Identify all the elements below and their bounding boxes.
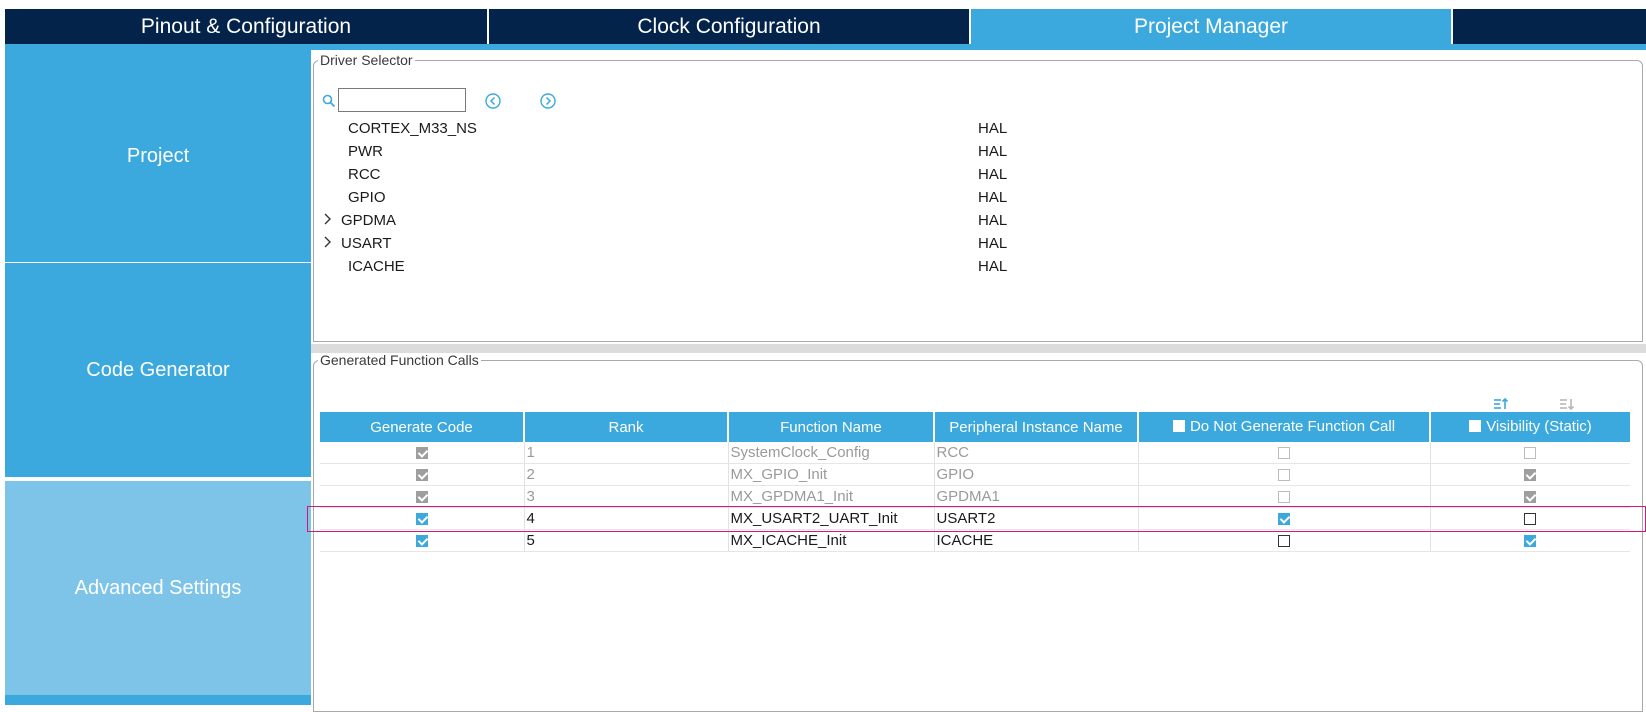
generate-code-checkbox (415, 447, 428, 460)
table-row[interactable]: 5 MX_ICACHE_Init ICACHE (320, 529, 1630, 552)
peripheral-instance-cell: GPDMA1 (934, 485, 1139, 508)
header-label: Do Not Generate Function Call (1189, 417, 1396, 435)
rank-cell[interactable]: 5 (524, 529, 729, 552)
driver-row-gpdma[interactable]: GPDMA HAL (314, 210, 1214, 232)
table-row[interactable]: 4 MX_USART2_UART_Init USART2 (320, 507, 1630, 530)
driver-search-input[interactable] (338, 88, 466, 112)
sidebar-item-label: Advanced Settings (74, 576, 242, 599)
peripheral-instance-cell: RCC (934, 442, 1139, 464)
header-label: Visibility (Static) (1486, 417, 1592, 435)
select-all-visibility-checkbox[interactable] (1469, 420, 1482, 433)
col-header-rank[interactable]: Rank (524, 412, 729, 442)
driver-name: GPIO (348, 189, 386, 206)
main-tabs: Pinout & Configuration Clock Configurati… (5, 9, 1646, 44)
driver-library[interactable]: HAL (978, 166, 1007, 183)
rank-cell: 2 (524, 463, 729, 486)
driver-row-rcc[interactable]: RCC HAL (314, 164, 1214, 186)
driver-library[interactable]: HAL (978, 189, 1007, 206)
col-header-function-name[interactable]: Function Name (728, 412, 935, 442)
function-name-cell: MX_GPIO_Init (728, 463, 935, 486)
do-not-generate-checkbox (1278, 469, 1290, 482)
col-header-peripheral-instance[interactable]: Peripheral Instance Name (934, 412, 1139, 442)
generate-code-checkbox[interactable] (415, 535, 428, 548)
table-row: 3 MX_GPDMA1_Init GPDMA1 (320, 485, 1630, 508)
chevron-right-icon[interactable] (322, 212, 334, 226)
divider (5, 477, 311, 478)
driver-name: GPDMA (341, 212, 397, 229)
driver-selector-title: Driver Selector (320, 52, 413, 68)
tab-project-manager[interactable]: Project Manager (971, 9, 1453, 44)
table-row: 1 SystemClock_Config RCC (320, 442, 1630, 464)
generated-function-calls-table: Generate Code Rank Function Name Periphe… (320, 412, 1630, 552)
sidebar-item-label: Project (126, 144, 190, 167)
driver-library[interactable]: HAL (978, 120, 1007, 137)
driver-name: PWR (348, 143, 383, 160)
generate-code-checkbox (415, 491, 428, 504)
col-header-generate-code[interactable]: Generate Code (320, 412, 525, 442)
peripheral-instance-cell: GPIO (934, 463, 1139, 486)
do-not-generate-checkbox (1278, 447, 1290, 460)
sidebar-item-code-generator[interactable]: Code Generator (5, 263, 311, 477)
table-header-row: Generate Code Rank Function Name Periphe… (320, 412, 1630, 442)
visibility-checkbox[interactable] (1524, 535, 1537, 548)
generate-code-checkbox (415, 469, 428, 482)
visibility-checkbox (1524, 491, 1537, 504)
do-not-generate-checkbox (1278, 491, 1290, 504)
visibility-checkbox (1524, 469, 1537, 482)
tab-clock-configuration[interactable]: Clock Configuration (489, 9, 971, 44)
rank-cell[interactable]: 4 (524, 507, 729, 530)
next-match-icon[interactable] (539, 92, 557, 110)
tab-pinout-configuration[interactable]: Pinout & Configuration (5, 9, 489, 44)
function-name-cell: MX_GPDMA1_Init (728, 485, 935, 508)
function-name-cell: SystemClock_Config (728, 442, 935, 464)
driver-row-usart[interactable]: USART HAL (314, 233, 1214, 255)
driver-library[interactable]: HAL (978, 212, 1007, 229)
select-all-do-not-generate-checkbox[interactable] (1172, 420, 1185, 433)
sidebar-item-next[interactable] (5, 695, 311, 705)
peripheral-instance-cell[interactable]: USART2 (934, 507, 1139, 530)
driver-row-icache[interactable]: ICACHE HAL (314, 256, 1214, 278)
driver-library[interactable]: HAL (978, 235, 1007, 252)
project-manager-sidebar: Project Code Generator Advanced Settings (5, 50, 311, 705)
visibility-checkbox[interactable] (1524, 513, 1537, 526)
search-icon (322, 94, 336, 108)
sidebar-item-advanced-settings[interactable]: Advanced Settings (5, 481, 311, 695)
previous-match-icon[interactable] (484, 92, 502, 110)
driver-row-gpio[interactable]: GPIO HAL (314, 187, 1214, 209)
driver-row-pwr[interactable]: PWR HAL (314, 141, 1214, 163)
visibility-checkbox (1524, 447, 1537, 460)
sidebar-item-project[interactable]: Project (5, 50, 311, 262)
peripheral-instance-cell[interactable]: ICACHE (934, 529, 1139, 552)
move-down-icon[interactable] (1558, 395, 1576, 413)
driver-name: CORTEX_M33_NS (348, 120, 477, 137)
driver-name: ICACHE (348, 258, 405, 275)
generate-code-checkbox[interactable] (415, 513, 428, 526)
do-not-generate-checkbox[interactable] (1278, 535, 1290, 548)
table-row: 2 MX_GPIO_Init GPIO (320, 463, 1630, 486)
generated-function-calls-title: Generated Function Calls (320, 352, 479, 368)
move-up-icon[interactable] (1492, 395, 1510, 413)
tab-tools[interactable] (1453, 9, 1646, 44)
driver-name: USART (341, 235, 392, 252)
driver-selector-panel: Driver Selector CORTEX_M33_NS HAL PWR HA… (313, 52, 1643, 342)
col-header-do-not-generate[interactable]: Do Not Generate Function Call (1138, 412, 1431, 442)
function-name-cell[interactable]: MX_USART2_UART_Init (728, 507, 935, 530)
driver-library[interactable]: HAL (978, 143, 1007, 160)
rank-cell: 1 (524, 442, 729, 464)
sidebar-item-label: Code Generator (86, 358, 230, 381)
driver-name: RCC (348, 166, 381, 183)
driver-row-cortex[interactable]: CORTEX_M33_NS HAL (314, 118, 1214, 140)
driver-library[interactable]: HAL (978, 258, 1007, 275)
rank-cell: 3 (524, 485, 729, 508)
chevron-right-icon[interactable] (322, 235, 334, 249)
col-header-visibility[interactable]: Visibility (Static) (1430, 412, 1630, 442)
generated-function-calls-panel: Generated Function Calls Generate Code R… (313, 352, 1643, 712)
function-name-cell[interactable]: MX_ICACHE_Init (728, 529, 935, 552)
top-tab-bar: Pinout & Configuration Clock Configurati… (0, 0, 1646, 53)
do-not-generate-checkbox[interactable] (1278, 513, 1290, 526)
